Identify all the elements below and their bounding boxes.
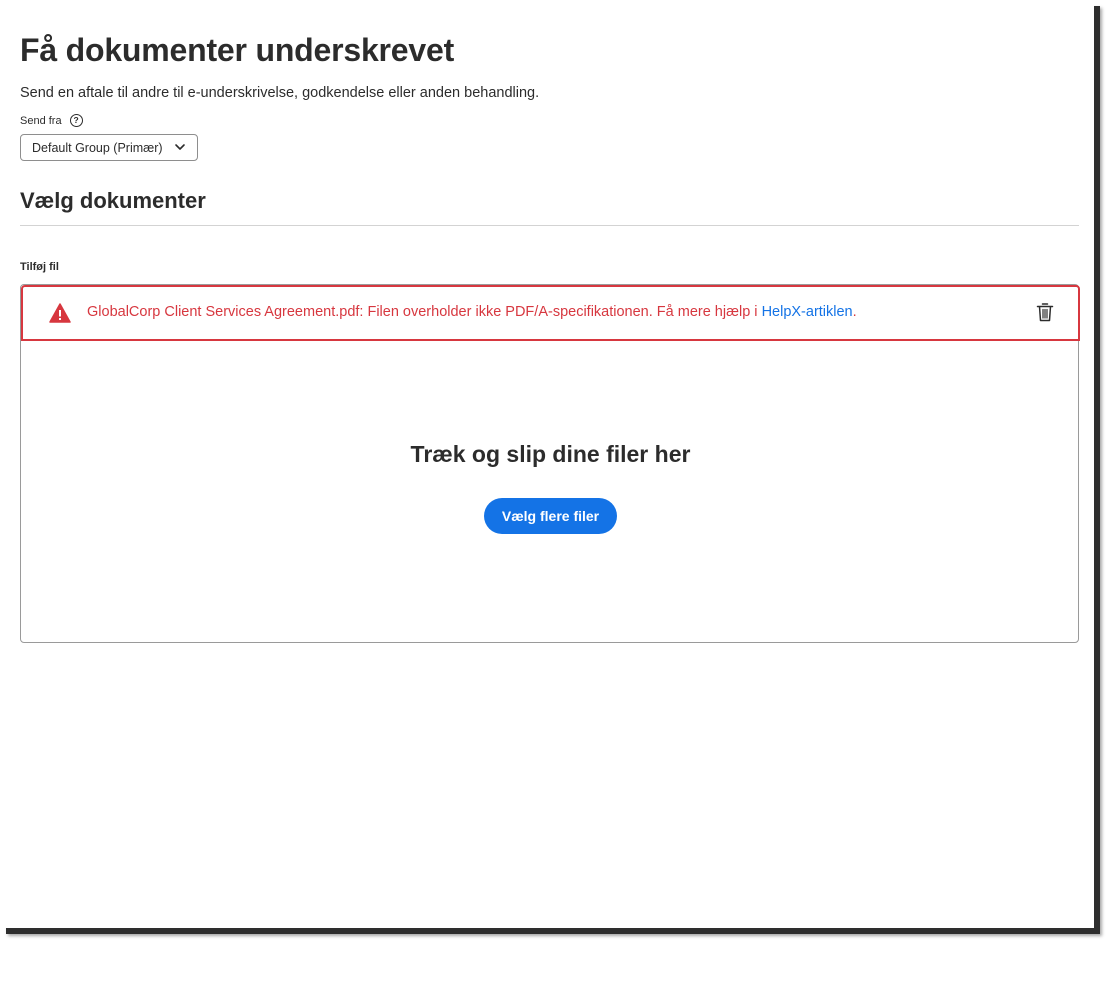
helpx-article-link[interactable]: HelpX-artiklen xyxy=(762,304,853,320)
choose-more-files-button[interactable]: Vælg flere filer xyxy=(484,498,617,534)
dropzone-heading: Træk og slip dine filer her xyxy=(410,441,691,467)
file-error-message: GlobalCorp Client Services Agreement.pdf… xyxy=(87,304,857,320)
section-title-documents: Vælg dokumenter xyxy=(20,188,206,213)
send-from-label: Send fra xyxy=(20,114,62,127)
send-from-select[interactable]: Default Group (Primær) xyxy=(20,134,198,161)
file-dropzone[interactable]: GlobalCorp Client Services Agreement.pdf… xyxy=(20,284,1080,643)
section-divider xyxy=(20,225,1079,226)
chevron-down-icon xyxy=(175,144,185,150)
alert-icon xyxy=(49,303,71,323)
file-error-banner: GlobalCorp Client Services Agreement.pdf… xyxy=(21,285,1080,341)
trash-icon[interactable] xyxy=(1036,302,1054,322)
error-message-suffix: . xyxy=(852,304,857,320)
help-icon[interactable]: ? xyxy=(69,114,83,127)
page-subtitle: Send en aftale til andre til e-underskri… xyxy=(20,85,540,101)
add-file-label: Tilføj fil xyxy=(20,261,59,273)
page-frame: Få dokumenter underskrevet Send en aftal… xyxy=(0,0,1094,928)
send-from-selected-value: Default Group (Primær) xyxy=(32,140,163,155)
send-from-label-row: Send fra ? xyxy=(20,114,83,127)
error-message-text: GlobalCorp Client Services Agreement.pdf… xyxy=(87,304,762,320)
page-title: Få dokumenter underskrevet xyxy=(20,32,455,68)
